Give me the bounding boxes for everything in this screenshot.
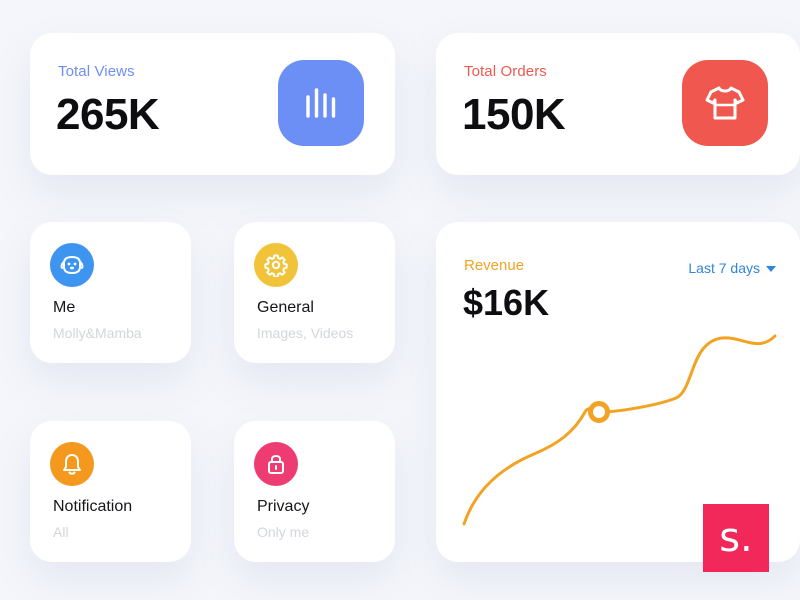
brand-logo-text: s. <box>719 515 753 561</box>
gear-icon <box>254 243 298 287</box>
total-orders-card[interactable]: Total Orders 150K <box>436 33 800 175</box>
tile-notification[interactable]: Notification All <box>30 421 191 562</box>
total-orders-label: Total Orders <box>464 63 547 80</box>
caret-down-icon <box>766 265 776 272</box>
tile-notification-subtitle: All <box>53 524 69 540</box>
brand-logo: s. <box>703 504 769 572</box>
tile-general-subtitle: Images, Videos <box>257 325 354 341</box>
tile-privacy-title: Privacy <box>257 498 310 515</box>
revenue-label: Revenue <box>464 257 525 274</box>
revenue-line <box>462 334 777 526</box>
total-views-value: 265K <box>56 90 160 139</box>
total-views-label: Total Views <box>58 63 135 80</box>
tile-privacy[interactable]: Privacy Only me <box>234 421 395 562</box>
dog-face-icon <box>50 243 94 287</box>
bell-icon <box>50 442 94 486</box>
tile-privacy-subtitle: Only me <box>257 524 310 540</box>
tile-notification-title: Notification <box>53 498 133 515</box>
tile-me-subtitle: Molly&Mamba <box>53 325 142 341</box>
bar-chart-icon <box>278 60 364 146</box>
tile-me-title: Me <box>53 299 76 316</box>
tile-general-title: General <box>257 299 314 316</box>
date-range-label: Last 7 days <box>688 260 760 276</box>
tile-general[interactable]: General Images, Videos <box>234 222 395 363</box>
revenue-marker <box>588 401 610 423</box>
tile-me[interactable]: Me Molly&Mamba <box>30 222 191 363</box>
tshirt-icon <box>682 60 768 146</box>
total-orders-value: 150K <box>462 90 566 139</box>
revenue-value: $16K <box>463 282 550 323</box>
total-views-card[interactable]: Total Views 265K <box>30 33 395 175</box>
lock-icon <box>254 442 298 486</box>
date-range-dropdown[interactable]: Last 7 days <box>688 260 776 276</box>
